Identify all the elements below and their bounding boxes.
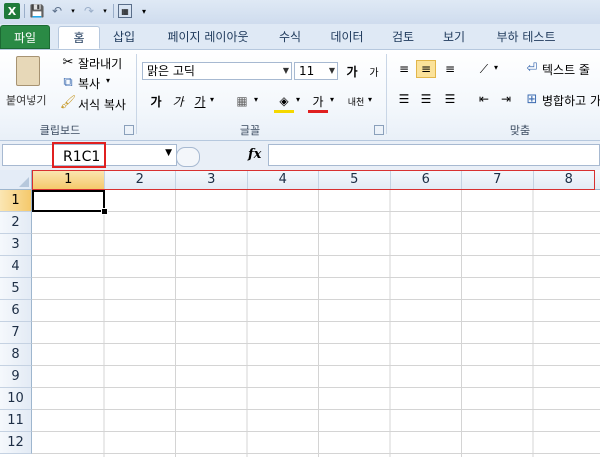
row-header-5[interactable]: 5	[0, 278, 32, 300]
font-size-value: 11	[299, 64, 315, 78]
collapse-handle-icon[interactable]	[176, 147, 200, 167]
redo-icon[interactable]: ↷	[81, 3, 97, 19]
column-header-highlight	[32, 170, 595, 190]
chevron-down-icon[interactable]: ▾	[254, 95, 258, 104]
chevron-down-icon[interactable]: ▾	[368, 95, 372, 104]
tab-insert[interactable]: 삽입	[104, 26, 144, 48]
gridlines	[32, 190, 600, 457]
wrap-text-icon[interactable]: ⏎	[524, 60, 540, 76]
decrease-indent-icon[interactable]: ⇤	[474, 90, 494, 108]
row-header-2[interactable]: 2	[0, 212, 32, 234]
merge-center-icon[interactable]: ⊞	[524, 91, 540, 107]
dropdown-icon[interactable]: ▾	[69, 3, 77, 19]
tab-load-test[interactable]: 부하 테스트	[486, 26, 566, 48]
align-left-icon[interactable]: ☰	[394, 90, 414, 108]
align-middle-icon[interactable]: ≡	[416, 60, 436, 78]
ribbon: 붙여넣기 ✂ 잘라내기 ⧉ 복사 ▾ 🖌 서식 복사 클립보드 맑은 고딕 ▼ …	[0, 50, 600, 141]
scissors-icon[interactable]: ✂	[60, 54, 76, 70]
borders-icon[interactable]: ▦	[232, 92, 252, 110]
divider	[113, 4, 114, 18]
phonetic-button[interactable]: 내천	[346, 92, 366, 110]
row-header-9[interactable]: 9	[0, 366, 32, 388]
formula-buttons: fx	[176, 147, 266, 167]
divider	[136, 54, 137, 134]
dialog-launcher-icon[interactable]	[374, 125, 384, 135]
title-bar: X 💾 ↶ ▾ ↷ ▾ ▦ ▾	[0, 0, 600, 24]
view-icon[interactable]: ▦	[118, 4, 132, 18]
dialog-launcher-icon[interactable]	[124, 125, 134, 135]
clipboard-icon	[16, 56, 40, 86]
italic-button[interactable]: 가	[168, 92, 188, 110]
format-painter-button[interactable]: 서식 복사	[78, 96, 126, 113]
font-size-combo[interactable]: 11 ▼	[294, 62, 338, 80]
worksheet-grid: 12345678 1 2 3 4 5 6 7 8 9 10 11 12	[0, 170, 600, 457]
chevron-down-icon[interactable]: ▾	[106, 76, 110, 85]
grow-font-button[interactable]: 가	[342, 62, 362, 80]
chevron-down-icon[interactable]: ▾	[296, 95, 300, 104]
tab-data[interactable]: 데이터	[322, 26, 372, 48]
quick-access-toolbar: X 💾 ↶ ▾ ↷ ▾ ▦ ▾	[4, 3, 152, 19]
select-all-corner[interactable]	[0, 170, 32, 190]
excel-logo-icon[interactable]: X	[4, 3, 20, 19]
tab-formulas[interactable]: 수식	[270, 26, 310, 48]
tab-file[interactable]: 파일	[0, 25, 50, 49]
row-header-11[interactable]: 11	[0, 410, 32, 432]
align-right-icon[interactable]: ☰	[440, 90, 460, 108]
save-icon[interactable]: 💾	[29, 3, 45, 19]
tab-home[interactable]: 홈	[58, 26, 100, 49]
divider	[24, 4, 25, 18]
name-box-highlight	[52, 142, 106, 168]
dropdown-icon[interactable]: ▾	[101, 3, 109, 19]
chevron-down-icon[interactable]: ▼	[283, 63, 289, 79]
row-header-4[interactable]: 4	[0, 256, 32, 278]
chevron-down-icon[interactable]: ▼	[329, 63, 335, 79]
align-bottom-icon[interactable]: ≡	[440, 60, 460, 78]
font-name-value: 맑은 고딕	[147, 64, 195, 78]
underline-button[interactable]: 가	[190, 92, 210, 110]
font-color-button[interactable]: 가	[308, 92, 328, 113]
align-top-icon[interactable]: ≡	[394, 60, 414, 78]
row-header-10[interactable]: 10	[0, 388, 32, 410]
customize-qat-icon[interactable]: ▾	[136, 3, 152, 19]
format-painter-icon[interactable]: 🖌	[60, 94, 77, 110]
chevron-down-icon[interactable]: ▼	[165, 148, 172, 158]
fx-button[interactable]: fx	[248, 147, 261, 162]
cut-button[interactable]: 잘라내기	[78, 55, 122, 72]
tab-review[interactable]: 검토	[383, 26, 423, 48]
select-all-icon	[19, 177, 29, 187]
row-header-6[interactable]: 6	[0, 300, 32, 322]
ribbon-tabs: 파일 홈 삽입 페이지 레이아웃 수식 데이터 검토 보기 부하 테스트	[0, 24, 600, 50]
divider	[386, 54, 387, 134]
increase-indent-icon[interactable]: ⇥	[496, 90, 516, 108]
row-header-8[interactable]: 8	[0, 344, 32, 366]
row-header-7[interactable]: 7	[0, 322, 32, 344]
row-header-3[interactable]: 3	[0, 234, 32, 256]
bold-button[interactable]: 가	[146, 92, 166, 110]
row-header-1[interactable]: 1	[0, 190, 32, 212]
chevron-down-icon[interactable]: ▾	[210, 95, 214, 104]
tab-page-layout[interactable]: 페이지 레이아웃	[148, 26, 268, 48]
fill-handle[interactable]	[101, 208, 108, 215]
undo-icon[interactable]: ↶	[49, 3, 65, 19]
paste-button[interactable]: 붙여넣기	[6, 54, 48, 114]
copy-icon[interactable]: ⧉	[60, 74, 76, 90]
paste-label: 붙여넣기	[6, 94, 47, 107]
clipboard-group-label: 클립보드	[39, 124, 81, 137]
font-name-combo[interactable]: 맑은 고딕 ▼	[142, 62, 292, 80]
copy-button[interactable]: 복사	[78, 75, 100, 92]
chevron-down-icon[interactable]: ▾	[494, 63, 498, 72]
tab-view[interactable]: 보기	[434, 26, 474, 48]
chevron-down-icon[interactable]: ▾	[330, 95, 334, 104]
fill-color-icon[interactable]: ◈	[274, 92, 294, 113]
shrink-font-button[interactable]: 가	[364, 62, 384, 80]
merge-center-button[interactable]: 병합하고 가	[542, 92, 600, 109]
align-center-icon[interactable]: ☰	[416, 90, 436, 108]
wrap-text-button[interactable]: 텍스트 줄	[542, 61, 590, 78]
orientation-icon[interactable]: ⟋	[474, 60, 494, 78]
row-header-12[interactable]: 12	[0, 432, 32, 454]
alignment-group-label: 맞춤	[509, 124, 531, 137]
font-group-label: 글꼴	[239, 124, 261, 137]
active-cell[interactable]	[32, 190, 105, 212]
formula-input[interactable]	[268, 144, 600, 166]
